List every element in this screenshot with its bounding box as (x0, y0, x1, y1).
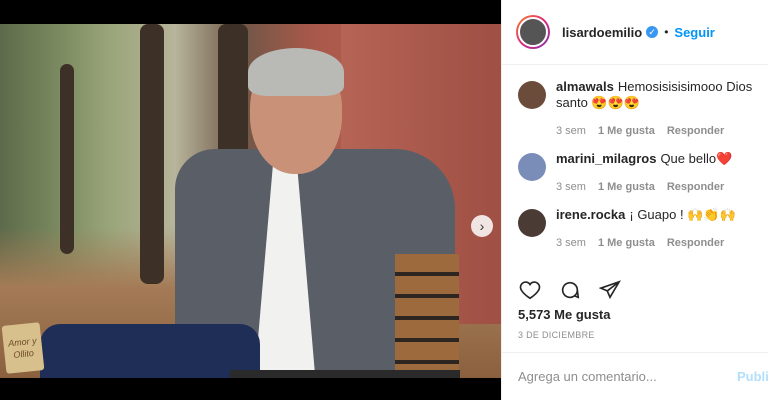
comments-list: almawals Hemosisisisimooo Dios santo 😍😍😍 … (502, 65, 768, 249)
bench-rail (230, 370, 460, 378)
comment-username[interactable]: marini_milagros (556, 151, 656, 166)
likes-count[interactable]: 5,573 Me gusta (518, 307, 611, 322)
divider (502, 352, 768, 353)
avatar[interactable] (518, 17, 548, 47)
comment-text: ¡ Guapo ! 🙌👏🙌 (629, 207, 736, 222)
watermark-logo: Amor y Ollito (1, 322, 45, 374)
comment-likes[interactable]: 1 Me gusta (598, 237, 655, 249)
reply-button[interactable]: Responder (667, 181, 724, 193)
follow-button[interactable]: Seguir (674, 25, 714, 40)
post-header: lisardoemilio ✓ • Seguir (502, 0, 768, 65)
post-side-panel: lisardoemilio ✓ • Seguir almawals Hemosis… (501, 0, 768, 400)
separator-dot: • (664, 25, 669, 39)
post-actions (518, 278, 622, 302)
post-photo[interactable]: Amor y Ollito › (0, 24, 501, 378)
reply-button[interactable]: Responder (667, 125, 724, 137)
person-pants (40, 324, 260, 378)
commenter-avatar[interactable] (518, 209, 546, 237)
commenter-avatar[interactable] (518, 153, 546, 181)
paper-plane-icon[interactable] (598, 278, 622, 302)
comment-input[interactable]: Agrega un comentario... (518, 369, 657, 384)
comment-text: Que bello❤️ (660, 151, 733, 166)
comment-username[interactable]: irene.rocka (556, 207, 625, 222)
chevron-right-icon: › (479, 218, 485, 234)
comment-likes[interactable]: 1 Me gusta (598, 181, 655, 193)
reply-button[interactable]: Responder (667, 237, 724, 249)
comment-likes[interactable]: 1 Me gusta (598, 125, 655, 137)
comment-time[interactable]: 3 sem (556, 181, 586, 193)
tree-trunk (60, 64, 74, 254)
comment-bubble-icon[interactable] (558, 278, 582, 302)
bench (395, 254, 459, 374)
profile-avatar-ring[interactable] (516, 15, 550, 49)
tree-trunk (140, 24, 164, 284)
comment-time[interactable]: 3 sem (556, 125, 586, 137)
commenter-avatar[interactable] (518, 81, 546, 109)
comment-item: marini_milagros Que bello❤️ 3 sem 1 Me gu… (518, 151, 768, 193)
post-date[interactable]: 3 DE DICIEMBRE (518, 330, 595, 340)
comment-time[interactable]: 3 sem (556, 237, 586, 249)
comment-item: almawals Hemosisisisimooo Dios santo 😍😍😍 … (518, 79, 768, 137)
verified-badge-icon: ✓ (646, 26, 659, 38)
username-link[interactable]: lisardoemilio (562, 25, 642, 40)
comment-item: irene.rocka ¡ Guapo ! 🙌👏🙌 3 sem 1 Me gust… (518, 207, 768, 249)
publish-button[interactable]: Publi (737, 369, 768, 384)
heart-icon[interactable] (518, 278, 542, 302)
carousel-next-button[interactable]: › (471, 215, 493, 237)
comment-username[interactable]: almawals (556, 79, 614, 94)
person-hair (248, 48, 344, 96)
